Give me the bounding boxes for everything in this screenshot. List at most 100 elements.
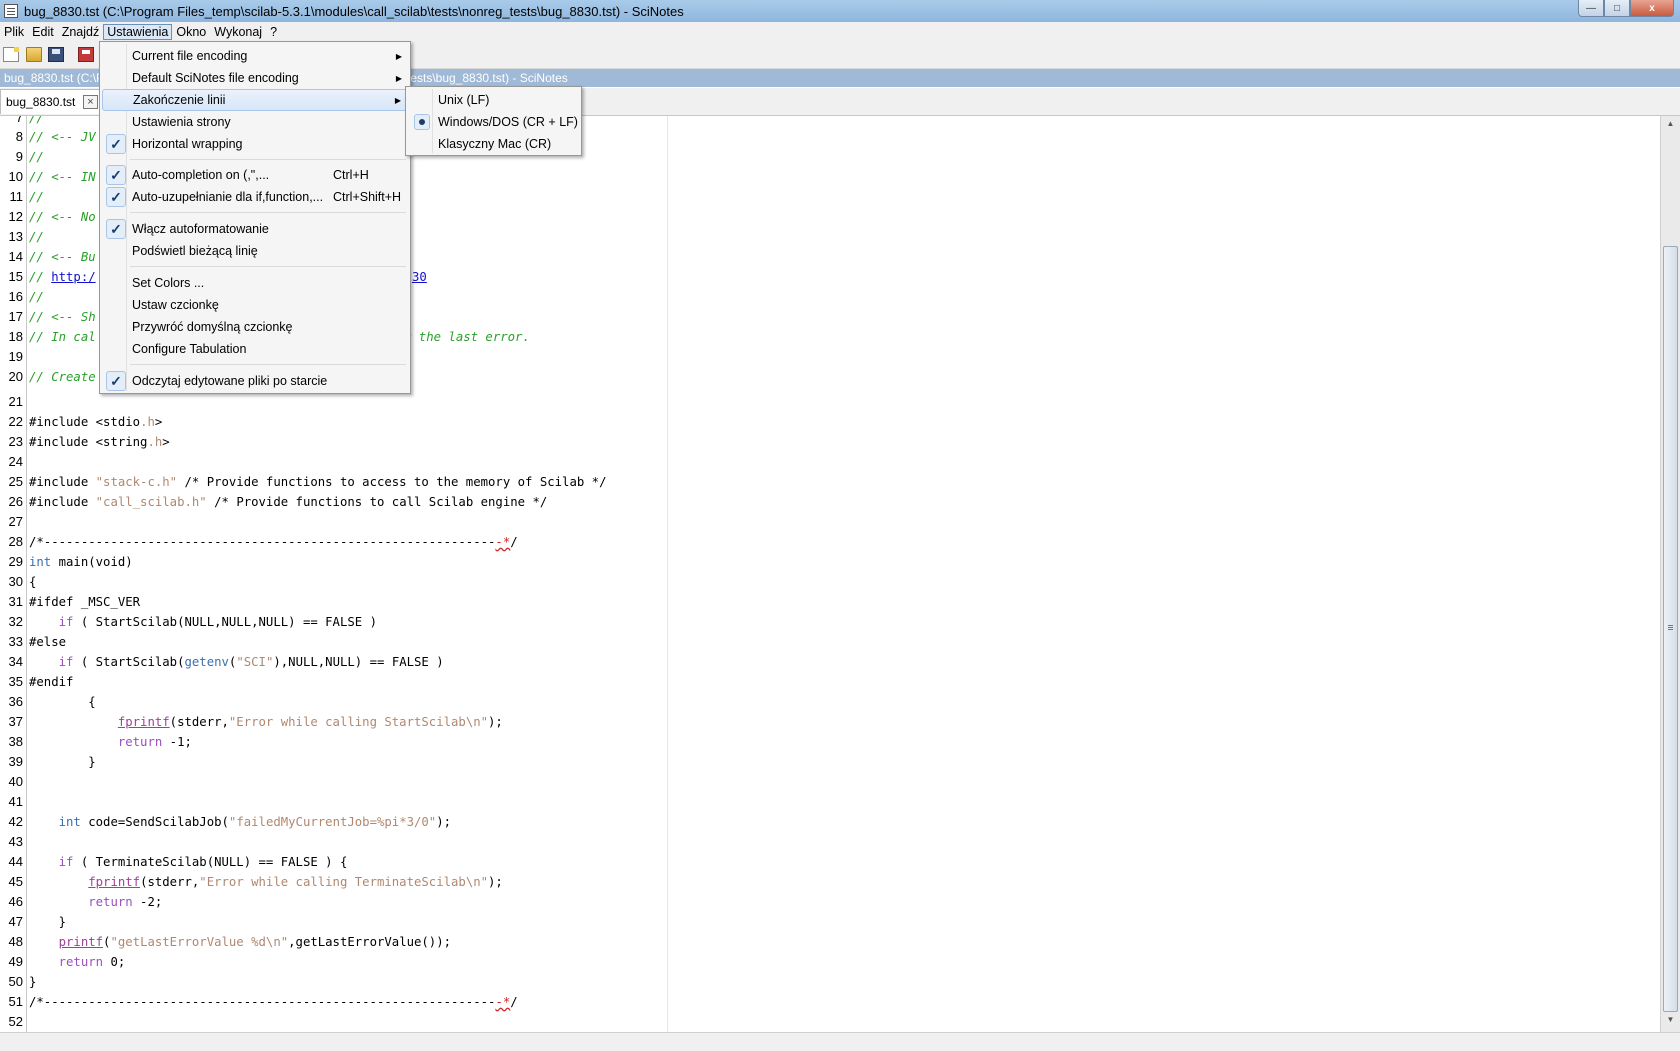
menu-item-set-font[interactable]: Ustaw czcionkę [102, 294, 408, 316]
code-line[interactable]: // [29, 147, 44, 167]
print-icon[interactable] [78, 47, 94, 62]
code-line[interactable]: return -2; [29, 892, 162, 912]
vertical-scrollbar[interactable]: ▲ ▼ [1660, 116, 1680, 1032]
menu-item-label: Włącz autoformatowanie [132, 222, 269, 236]
document-header-right: tests\bug_8830.tst) - SciNotes [407, 71, 568, 85]
menu-item-current-file-encoding[interactable]: Current file encoding ▶ [102, 45, 408, 67]
code-line[interactable]: // [29, 287, 44, 307]
menu-item-unix-lf[interactable]: Unix (LF) [408, 89, 579, 111]
menu-item-reset-font[interactable]: Przywróć domyślną czcionkę [102, 316, 408, 338]
menu-help[interactable]: ? [266, 24, 281, 40]
code-line[interactable]: } [29, 972, 36, 992]
code-line[interactable]: int code=SendScilabJob("failedMyCurrentJ… [29, 812, 451, 832]
code-line[interactable]: #ifdef _MSC_VER [29, 592, 140, 612]
menu-item-auto-complete-keywords[interactable]: ✓ Auto-uzupełnianie dla if,function,... … [102, 186, 408, 208]
code-line[interactable]: // <-- No [29, 207, 96, 227]
code-line[interactable]: /*--------------------------------------… [29, 992, 518, 1012]
tab-bug-8830[interactable]: bug_8830.tst × [0, 89, 103, 114]
code-line[interactable]: // <-- Sh [29, 307, 96, 327]
line-number: 18 [8, 329, 23, 344]
menu-okno[interactable]: Okno [172, 24, 210, 40]
code-line[interactable]: fprintf(stderr,"Error while calling Term… [29, 872, 503, 892]
menu-item-highlight-current-line[interactable]: Podświetl bieżącą linię [102, 240, 408, 262]
code-line[interactable]: int main(void) [29, 552, 133, 572]
line-number: 25 [8, 474, 23, 489]
code-line[interactable]: printf("getLastErrorValue %d\n",getLastE… [29, 932, 451, 952]
line-number: 49 [8, 954, 23, 969]
code-line[interactable]: { [29, 572, 36, 592]
code-line[interactable]: // <-- Bu [29, 247, 96, 267]
menu-item-line-ending[interactable]: Zakończenie linii ▶ [102, 89, 408, 111]
code-line[interactable]: #include "stack-c.h" /* Provide function… [29, 472, 606, 492]
menu-item-windows-crlf[interactable]: Windows/DOS (CR + LF) [408, 111, 579, 133]
line-ending-submenu: Unix (LF) Windows/DOS (CR + LF) Klasyczn… [405, 86, 582, 156]
line-number: 9 [15, 149, 23, 164]
code-line[interactable]: // [29, 227, 44, 247]
line-number: 37 [8, 714, 23, 729]
minimize-button[interactable]: — [1578, 0, 1604, 17]
app-icon[interactable] [4, 4, 18, 18]
scroll-up-icon[interactable]: ▲ [1663, 119, 1678, 133]
new-file-icon[interactable] [3, 47, 19, 62]
menu-item-configure-tabulation[interactable]: Configure Tabulation [102, 338, 408, 360]
code-line[interactable]: } [29, 912, 66, 932]
code-line[interactable]: #endif [29, 672, 73, 692]
menu-edit[interactable]: Edit [28, 24, 58, 40]
menu-item-auto-completion[interactable]: ✓ Auto-completion on (,",... Ctrl+H [102, 164, 408, 186]
submenu-arrow-icon: ▶ [395, 73, 402, 83]
line-number: 47 [8, 914, 23, 929]
scroll-thumb[interactable] [1663, 246, 1678, 1012]
maximize-button[interactable]: □ [1604, 0, 1630, 17]
menu-item-autoformat[interactable]: ✓ Włącz autoformatowanie [102, 218, 408, 240]
menu-item-mac-cr[interactable]: Klasyczny Mac (CR) [408, 133, 579, 155]
code-line[interactable]: #include "call_scilab.h" /* Provide func… [29, 492, 547, 512]
line-number: 22 [8, 414, 23, 429]
menu-plik[interactable]: Plik [0, 24, 28, 40]
menu-wykonaj[interactable]: Wykonaj [210, 24, 266, 40]
line-number: 23 [8, 434, 23, 449]
menu-item-default-encoding[interactable]: Default SciNotes file encoding ▶ [102, 67, 408, 89]
tab-close-icon[interactable]: × [83, 95, 98, 109]
code-line[interactable]: // <-- IN [29, 167, 96, 187]
line-number: 29 [8, 554, 23, 569]
close-button[interactable]: x [1630, 0, 1674, 17]
code-line[interactable]: { [29, 692, 95, 712]
code-line[interactable]: #include <stdio.h> [29, 412, 162, 432]
menu-ustawienia[interactable]: Ustawienia [103, 23, 173, 40]
menu-item-restore-opened-files[interactable]: ✓ Odczytaj edytowane pliki po starcie [102, 370, 408, 392]
menu-item-label: Auto-completion on (,",... [132, 168, 270, 182]
line-number: 36 [8, 694, 23, 709]
line-number: 28 [8, 534, 23, 549]
code-line[interactable]: // Create [29, 367, 96, 387]
code-line[interactable]: return -1; [29, 732, 192, 752]
code-line[interactable]: #else [29, 632, 66, 652]
code-line[interactable]: } [29, 752, 95, 772]
code-line[interactable]: if ( StartScilab(getenv("SCI"),NULL,NULL… [29, 652, 444, 672]
menu-znajdz[interactable]: Znajdź [58, 24, 104, 40]
line-number: 48 [8, 934, 23, 949]
menu-item-horizontal-wrapping[interactable]: ✓ Horizontal wrapping [102, 133, 408, 155]
code-line[interactable]: fprintf(stderr,"Error while calling Star… [29, 712, 503, 732]
code-line[interactable]: // [29, 187, 44, 207]
line-number: 51 [8, 994, 23, 1009]
code-line[interactable]: return 0; [29, 952, 126, 972]
save-icon[interactable] [48, 47, 64, 62]
code-line[interactable]: if ( TerminateScilab(NULL) == FALSE ) { [29, 852, 348, 872]
menu-item-page-setup[interactable]: Ustawienia strony [102, 111, 408, 133]
code-line[interactable]: // <-- JV [29, 127, 96, 147]
menu-item-label: Zakończenie linii [133, 93, 226, 107]
code-line[interactable]: // In cal [29, 327, 96, 347]
menu-separator [130, 212, 406, 213]
menu-item-label: Default SciNotes file encoding [132, 71, 299, 85]
open-folder-icon[interactable] [26, 47, 42, 62]
code-line[interactable]: // http:/ [29, 267, 96, 287]
code-line[interactable]: if ( StartScilab(NULL,NULL,NULL) == FALS… [29, 612, 377, 632]
checkmark-icon: ✓ [106, 165, 126, 185]
menu-item-label: Windows/DOS (CR + LF) [438, 115, 578, 129]
code-line[interactable]: /*--------------------------------------… [29, 532, 518, 552]
line-number-gutter: 7 8 9 10 11 12 13 14 15 16 17 18 19 20 21 22 23 24 25 26 27 2… [0, 116, 27, 1032]
code-line[interactable]: #include <string.h> [29, 432, 170, 452]
scroll-down-icon[interactable]: ▼ [1663, 1015, 1678, 1029]
menu-item-set-colors[interactable]: Set Colors ... [102, 272, 408, 294]
menu-item-label: Odczytaj edytowane pliki po starcie [132, 374, 328, 388]
